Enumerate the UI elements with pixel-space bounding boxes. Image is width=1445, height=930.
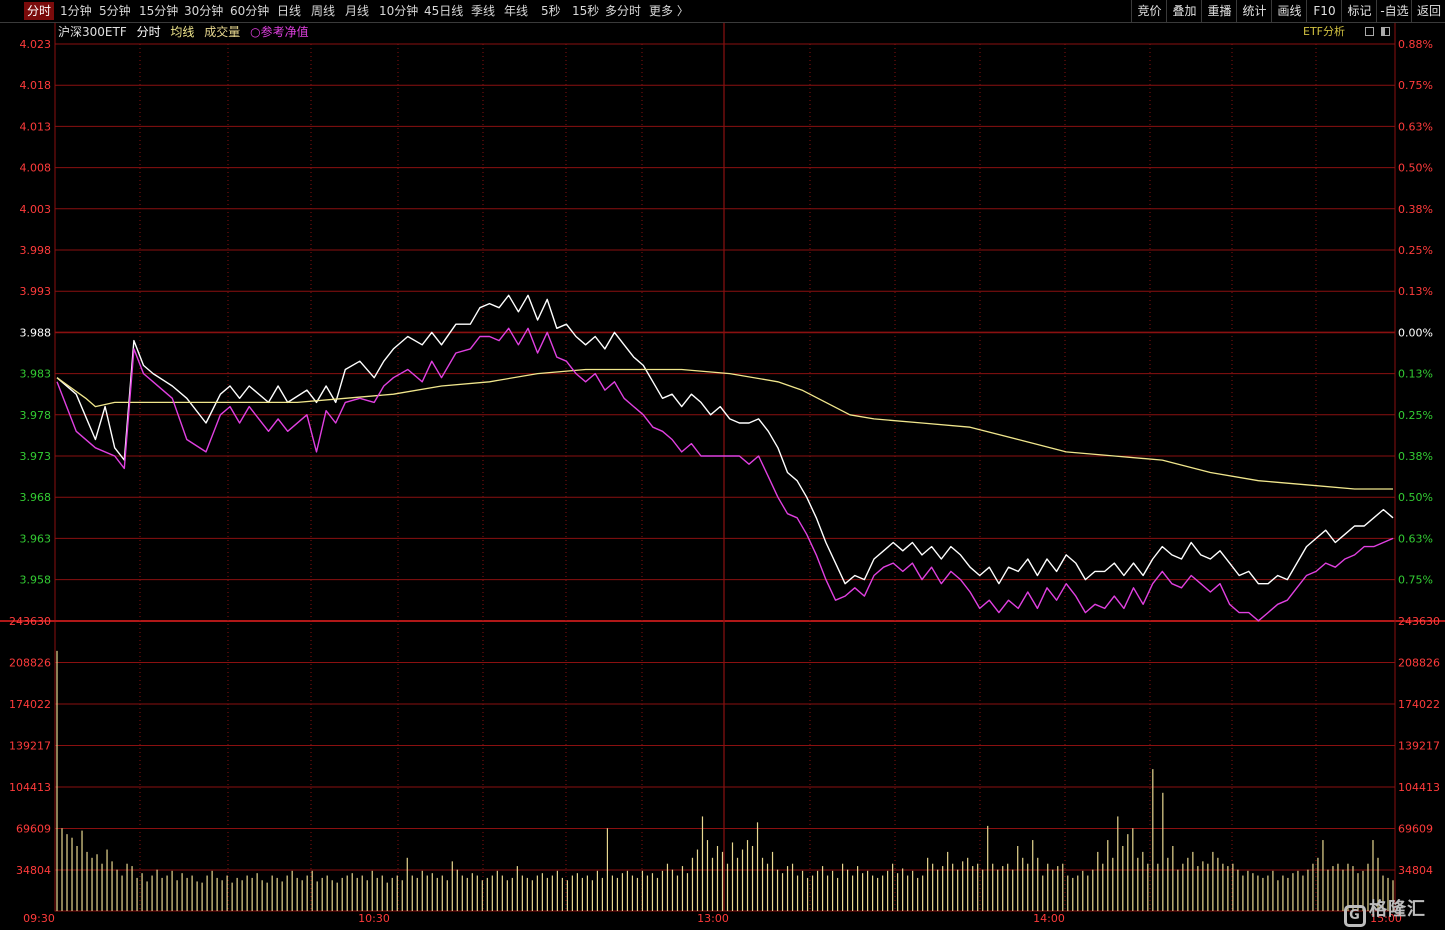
average-line bbox=[56, 368, 1393, 490]
volume-tick-label-right: 69609 bbox=[1398, 823, 1433, 836]
time-tick-label: 10:30 bbox=[358, 912, 390, 925]
price-tick-label: 4.013 bbox=[20, 120, 52, 133]
etf-analysis-button[interactable]: ETF分析 bbox=[1303, 24, 1345, 40]
pct-tick-label: 0.13% bbox=[1398, 285, 1433, 298]
price-tick-label: 4.023 bbox=[20, 38, 52, 51]
nav-line bbox=[56, 327, 1394, 622]
volume-tick-label: 243630 bbox=[9, 615, 51, 628]
volume-tick-label-right: 174022 bbox=[1398, 698, 1440, 711]
period-tab-6[interactable]: 日线 bbox=[277, 3, 301, 19]
period-tab-4[interactable]: 30分钟 bbox=[184, 3, 223, 19]
price-tick-label: 3.988 bbox=[20, 326, 52, 339]
volume-tick-label-right: 243630 bbox=[1398, 615, 1440, 628]
time-tick-label: 13:00 bbox=[697, 912, 729, 925]
price-tick-label: 4.018 bbox=[20, 79, 52, 92]
volume-tick-label-right: 104413 bbox=[1398, 781, 1440, 794]
toolbar-button-8[interactable]: 返回 bbox=[1411, 0, 1445, 22]
toolbar-button-2[interactable]: 重播 bbox=[1201, 0, 1237, 22]
toolbar-button-0[interactable]: 竞价 bbox=[1131, 0, 1167, 22]
volume-tick-label-right: 139217 bbox=[1398, 740, 1440, 753]
period-tab-11[interactable]: 季线 bbox=[471, 3, 495, 19]
pct-tick-label: 0.13% bbox=[1398, 368, 1433, 381]
logo-icon: G bbox=[1344, 905, 1366, 927]
pct-tick-label: 0.75% bbox=[1398, 79, 1433, 92]
price-tick-label: 3.993 bbox=[20, 285, 52, 298]
minimize-icon[interactable] bbox=[1365, 27, 1374, 36]
volume-tick-label: 69609 bbox=[16, 823, 51, 836]
period-tab-8[interactable]: 月线 bbox=[345, 3, 369, 19]
period-tab-2[interactable]: 5分钟 bbox=[99, 3, 131, 19]
chart-legend: 沪深300ETF 分时 均线 成交量 ○参考净值 bbox=[58, 24, 315, 40]
period-toolbar: 分时 1分钟 5分钟 15分钟 30分钟 60分钟 日线 周线 月线 10分钟 45日线 季线 年线 5秒… bbox=[0, 0, 1445, 23]
period-tab-10[interactable]: 45日线 bbox=[424, 3, 463, 19]
price-tick-label: 4.003 bbox=[20, 203, 52, 216]
period-tab-3[interactable]: 15分钟 bbox=[139, 3, 178, 19]
chart-frame bbox=[54, 21, 1396, 912]
pct-tick-label: 0.88% bbox=[1398, 38, 1433, 51]
period-tab-12[interactable]: 年线 bbox=[504, 3, 528, 19]
period-tab-9[interactable]: 10分钟 bbox=[379, 3, 418, 19]
period-tab-0[interactable]: 分时 bbox=[24, 2, 55, 20]
legend-avg: 均线 bbox=[170, 25, 195, 39]
price-tick-label: 3.978 bbox=[20, 409, 52, 422]
price-tick-label: 3.968 bbox=[20, 491, 52, 504]
period-tab-5[interactable]: 60分钟 bbox=[230, 3, 269, 19]
price-tick-label: 3.998 bbox=[20, 244, 52, 257]
chart-svg[interactable]: 4.023 0.88% 4.018 0.75% 4.013 0.63% 4.008 0.50%… bbox=[0, 0, 1445, 930]
toolbar-button-4[interactable]: 画线 bbox=[1271, 0, 1307, 22]
pct-tick-label: 0.50% bbox=[1398, 491, 1433, 504]
pct-tick-label: 0.38% bbox=[1398, 450, 1433, 463]
pct-tick-label: 0.25% bbox=[1398, 409, 1433, 422]
period-tab-13[interactable]: 5秒 bbox=[541, 3, 561, 19]
volume-tick-label: 104413 bbox=[9, 781, 51, 794]
legend-volume: 成交量 bbox=[204, 25, 241, 39]
price-tick-label: 4.008 bbox=[20, 162, 52, 175]
legend-nav[interactable]: ○参考净值 bbox=[250, 25, 308, 39]
price-line bbox=[56, 294, 1394, 585]
period-tab-1[interactable]: 1分钟 bbox=[60, 3, 92, 19]
price-tick-label: 3.958 bbox=[20, 574, 52, 587]
volume-tick-label: 174022 bbox=[9, 698, 51, 711]
price-tick-label: 3.983 bbox=[20, 368, 52, 381]
time-tick-label: 14:00 bbox=[1033, 912, 1065, 925]
legend-mode: 分时 bbox=[136, 25, 161, 39]
period-tab-16[interactable]: 更多 〉 bbox=[649, 3, 689, 19]
watermark-logo: G 格隆汇 bbox=[1344, 893, 1444, 927]
volume-tick-label: 208826 bbox=[9, 657, 51, 670]
price-tick-label: 3.973 bbox=[20, 450, 52, 463]
toolbar-button-6[interactable]: 标记 bbox=[1341, 0, 1377, 22]
volume-tick-label: 139217 bbox=[9, 740, 51, 753]
toolbar-button-7[interactable]: -自选 bbox=[1376, 0, 1412, 22]
pct-tick-label: 0.75% bbox=[1398, 574, 1433, 587]
time-tick-label: 09:30 bbox=[23, 912, 55, 925]
price-tick-label: 3.963 bbox=[20, 532, 52, 545]
period-tab-14[interactable]: 15秒 bbox=[572, 3, 599, 19]
pct-tick-label: 0.63% bbox=[1398, 120, 1433, 133]
pct-tick-label: 0.00% bbox=[1398, 326, 1433, 339]
volume-tick-label-right: 34804 bbox=[1398, 864, 1433, 877]
security-name: 沪深300ETF bbox=[58, 25, 127, 39]
pct-tick-label: 0.25% bbox=[1398, 244, 1433, 257]
toolbar-button-5[interactable]: F10 bbox=[1306, 0, 1342, 22]
period-tab-15[interactable]: 多分时 bbox=[605, 3, 641, 19]
toolbar-button-1[interactable]: 叠加 bbox=[1166, 0, 1202, 22]
watermark-brand: 格隆汇 bbox=[1369, 899, 1426, 920]
pct-tick-label: 0.63% bbox=[1398, 532, 1433, 545]
toolbar-button-3[interactable]: 统计 bbox=[1236, 0, 1272, 22]
restore-icon[interactable] bbox=[1381, 27, 1390, 36]
pct-tick-label: 0.38% bbox=[1398, 203, 1433, 216]
volume-tick-label: 34804 bbox=[16, 864, 51, 877]
pct-tick-label: 0.50% bbox=[1398, 162, 1433, 175]
period-tab-7[interactable]: 周线 bbox=[311, 3, 335, 19]
volume-tick-label-right: 208826 bbox=[1398, 657, 1440, 670]
